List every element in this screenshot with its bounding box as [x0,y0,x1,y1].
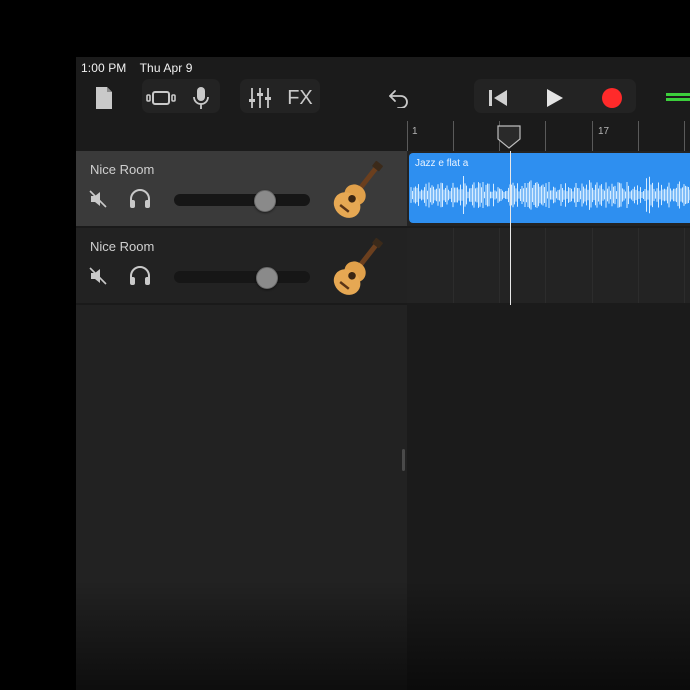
rewind-button[interactable] [480,83,516,113]
track-name: Nice Room [90,162,155,177]
track-name: Nice Room [90,239,155,254]
record-icon [602,88,622,108]
volume-slider[interactable] [174,267,310,289]
track-header[interactable]: Nice Room [76,151,407,226]
track-header[interactable]: Nice Room [76,228,407,303]
mute-icon[interactable] [88,189,108,209]
document-button[interactable] [90,83,118,113]
playhead-handle[interactable] [496,124,522,150]
rewind-icon [489,90,507,106]
toolbar: FX [76,79,690,119]
status-time: 1:00 PM [81,61,127,75]
track-header-panel: Nice Room Nice Room [76,151,407,690]
audio-region[interactable]: Jazz e flat a [409,153,690,223]
ruler-tick [545,121,546,151]
grid-line [592,228,593,303]
microphone-button[interactable] [186,83,216,113]
headphones-icon[interactable] [128,265,152,287]
fx-button[interactable]: FX [282,83,318,113]
panel-resize-handle[interactable] [402,449,405,471]
mixer-icon [249,88,271,108]
ruler-tick [592,121,593,151]
grid-line [638,228,639,303]
grid-line [684,228,685,303]
ruler-tick [684,121,685,151]
microphone-icon [193,87,209,109]
undo-button[interactable] [384,83,414,113]
garageband-screen: 1:00 PM Thu Apr 9 FX 1 17 Nice Room Nice… [76,57,690,690]
status-bar: 1:00 PM Thu Apr 9 [81,61,203,75]
acoustic-guitar-icon [333,237,383,295]
mixer-button[interactable] [244,83,276,113]
play-icon [547,89,563,107]
document-icon [96,87,112,109]
volume-knob[interactable] [256,267,278,289]
headphones-icon[interactable] [128,188,152,210]
track-lane[interactable] [407,228,690,303]
volume-meter [666,91,690,103]
volume-knob[interactable] [254,190,276,212]
ruler-tick [453,121,454,151]
play-button[interactable] [536,83,572,113]
mute-icon[interactable] [88,266,108,286]
ruler-tick [638,121,639,151]
volume-meter-icon [666,93,690,101]
playhead-line [510,151,511,305]
ruler-bar-17: 17 [598,126,610,137]
timeline-ruler[interactable]: 1 9 17 [407,121,690,152]
acoustic-guitar-icon [333,160,383,218]
waveform [410,176,690,214]
fx-label: FX [287,86,313,109]
status-date: Thu Apr 9 [139,61,193,75]
record-button[interactable] [594,83,630,113]
tracks-view-button[interactable] [144,83,178,113]
track-lane[interactable]: Jazz e flat a [407,151,690,226]
ruler-tick [407,121,408,151]
grid-line [453,228,454,303]
volume-slider[interactable] [174,190,310,212]
tracks-view-icon [146,91,176,105]
grid-line [499,228,500,303]
timeline-area[interactable]: Jazz e flat a [407,151,690,690]
ruler-bar-1: 1 [412,126,418,137]
undo-icon [389,90,408,108]
grid-line [545,228,546,303]
track-divider [76,303,407,305]
